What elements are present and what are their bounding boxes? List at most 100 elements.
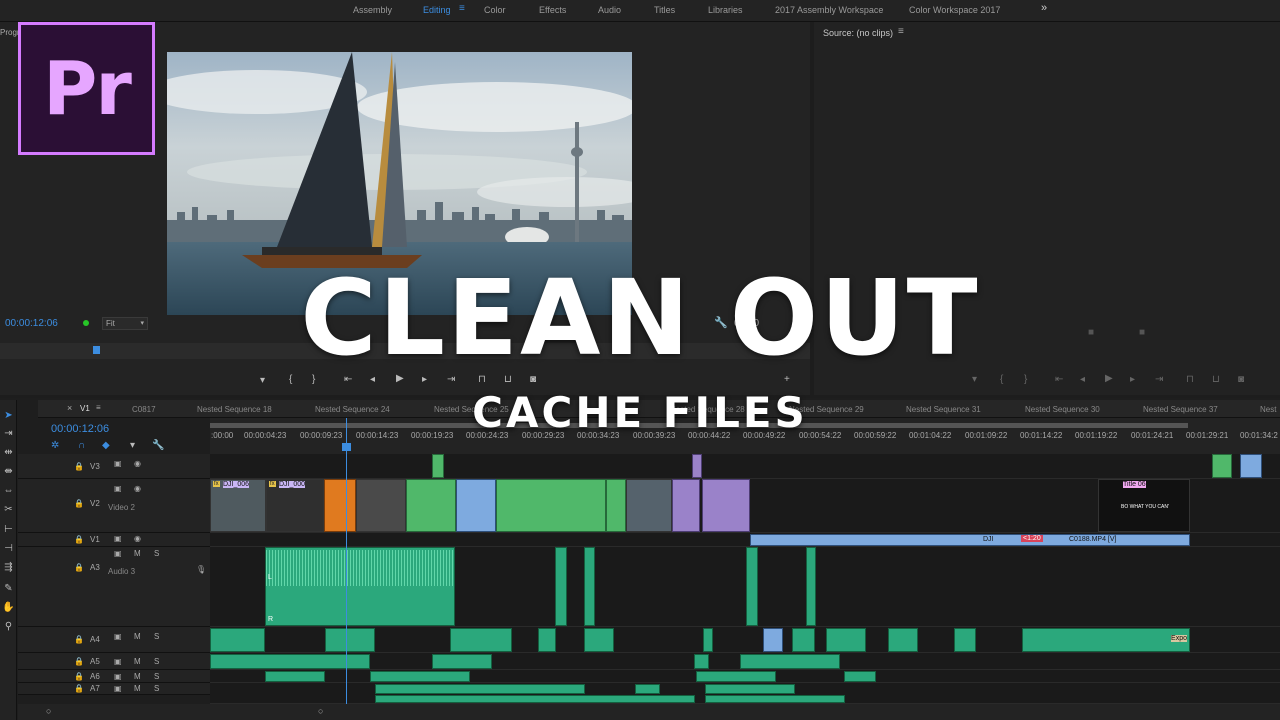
mute-button[interactable]: M: [134, 657, 141, 666]
audio-clip[interactable]: [538, 628, 556, 652]
video-clip[interactable]: [406, 479, 456, 532]
sync-icon[interactable]: ▣: [114, 672, 122, 681]
slide-tool-icon[interactable]: ⊣: [2, 543, 15, 554]
rate-stretch-tool-icon[interactable]: ⇔: [2, 485, 15, 496]
snap-icon[interactable]: ✲: [51, 440, 59, 451]
audio-clip[interactable]: [746, 547, 758, 626]
lock-icon[interactable]: 🔒: [74, 684, 84, 693]
track-header-a3[interactable]: 🔒 A3 ▣ M S Audio 3 🎙: [18, 547, 210, 627]
video-clip[interactable]: [626, 479, 672, 532]
mute-button[interactable]: M: [134, 632, 141, 641]
audio-clip[interactable]: [792, 628, 815, 652]
workspace-tab-color-2017[interactable]: Color Workspace 2017: [909, 5, 1000, 15]
audio-clip[interactable]: [370, 671, 470, 682]
workspace-tab-audio[interactable]: Audio: [598, 5, 621, 15]
hamburger-icon[interactable]: ≡: [459, 3, 465, 14]
audio-clip[interactable]: [888, 628, 918, 652]
audio-clip[interactable]: [844, 671, 876, 682]
track-header-a6[interactable]: 🔒 A6 ▣ M S: [18, 670, 210, 683]
workspace-tab-color[interactable]: Color: [484, 5, 506, 15]
audio-clip[interactable]: [375, 684, 585, 694]
video-clip[interactable]: [356, 479, 406, 532]
timeline-playhead-handle[interactable]: [342, 443, 351, 451]
wrench-icon[interactable]: 🔧: [152, 440, 164, 451]
eye-icon[interactable]: ◉: [134, 459, 141, 468]
audio-clip[interactable]: [635, 684, 660, 694]
lock-icon[interactable]: 🔒: [74, 535, 84, 544]
video-clip[interactable]: [1212, 454, 1232, 478]
video-clip[interactable]: [456, 479, 496, 532]
video-clip[interactable]: [692, 454, 702, 478]
video-clip[interactable]: [1240, 454, 1262, 478]
audio-clip[interactable]: [705, 695, 845, 703]
lock-icon[interactable]: 🔒: [74, 563, 84, 572]
track-header-v2[interactable]: 🔒 V2 ▣ ◉ Video 2: [18, 479, 210, 533]
mute-button[interactable]: M: [134, 549, 141, 558]
scroll-handle-right[interactable]: ○: [318, 706, 323, 716]
audio-clip[interactable]: [694, 654, 709, 669]
eye-icon[interactable]: ◉: [134, 534, 141, 543]
track-lane-v1[interactable]: DJI <1:20 C0188.MP4 [V]: [210, 533, 1280, 547]
track-lane-v2[interactable]: fx DJI_006 fx DJI_000 Title 06 BO WHAT YOU …: [210, 479, 1280, 533]
solo-button[interactable]: S: [154, 549, 159, 558]
sync-icon[interactable]: ▣: [114, 459, 122, 468]
track-lane-a4[interactable]: Expo: [210, 627, 1280, 653]
audio-clip[interactable]: [210, 628, 265, 652]
razor-tool-icon[interactable]: ✂: [2, 504, 15, 515]
mute-button[interactable]: M: [134, 672, 141, 681]
rolling-edit-tool-icon[interactable]: ⇼: [2, 466, 15, 477]
microphone-icon[interactable]: 🎙: [196, 565, 206, 574]
audio-clip[interactable]: [763, 628, 783, 652]
panel-menu-icon[interactable]: ≡: [898, 26, 904, 37]
lock-icon[interactable]: 🔒: [74, 657, 84, 666]
lock-icon[interactable]: 🔒: [74, 635, 84, 644]
sync-icon[interactable]: ▣: [114, 684, 122, 693]
workspace-tab-assembly[interactable]: Assembly: [353, 5, 392, 15]
video-clip[interactable]: [496, 479, 606, 532]
workspace-tab-editing[interactable]: Editing: [423, 5, 451, 15]
solo-button[interactable]: S: [154, 672, 159, 681]
eye-icon[interactable]: ◉: [134, 484, 141, 493]
sync-icon[interactable]: ▣: [114, 632, 122, 641]
audio-clip[interactable]: Expo: [1022, 628, 1190, 652]
track-header-v1[interactable]: 🔒 V1 ▣ ◉: [18, 533, 210, 547]
track-lane-v3[interactable]: [210, 454, 1280, 479]
track-header-v3[interactable]: 🔒 V3 ▣ ◉: [18, 454, 210, 479]
solo-button[interactable]: S: [154, 684, 159, 693]
audio-clip[interactable]: [584, 628, 614, 652]
track-lane-a6[interactable]: [210, 670, 1280, 683]
track-lane-a3[interactable]: L R: [210, 547, 1280, 627]
sync-icon[interactable]: ▣: [114, 534, 122, 543]
video-clip[interactable]: [702, 479, 750, 532]
slip-tool-icon[interactable]: ⊢: [2, 524, 15, 535]
double-chevron-right-icon[interactable]: »: [1041, 2, 1047, 14]
track-header-a5[interactable]: 🔒 A5 ▣ M S: [18, 653, 210, 670]
audio-clip[interactable]: [740, 654, 840, 669]
sync-icon[interactable]: ▣: [114, 484, 122, 493]
track-lane-a5[interactable]: [210, 653, 1280, 670]
audio-clip[interactable]: [265, 671, 325, 682]
audio-clip[interactable]: [806, 547, 816, 626]
mute-button[interactable]: M: [134, 684, 141, 693]
solo-button[interactable]: S: [154, 657, 159, 666]
audio-clip[interactable]: [703, 628, 713, 652]
video-clip[interactable]: [324, 479, 356, 532]
audio-clip[interactable]: [325, 628, 375, 652]
zoom-tool-icon[interactable]: ⚲: [2, 621, 15, 632]
title-clip[interactable]: Title 06 BO WHAT YOU CAN': [1098, 479, 1190, 532]
audio-clip[interactable]: [705, 684, 795, 694]
lock-icon[interactable]: 🔒: [74, 499, 84, 508]
track-lane-a7[interactable]: [210, 683, 1280, 704]
audio-clip[interactable]: [826, 628, 866, 652]
audio-clip[interactable]: L R: [265, 547, 455, 626]
audio-clip[interactable]: [375, 695, 695, 703]
audio-clip[interactable]: [584, 547, 595, 626]
sync-icon[interactable]: ▣: [114, 657, 122, 666]
sync-icon[interactable]: ▣: [114, 549, 122, 558]
track-forward-icon[interactable]: ⇶: [2, 562, 15, 573]
solo-button[interactable]: S: [154, 632, 159, 641]
audio-clip[interactable]: [954, 628, 976, 652]
marker-icon[interactable]: ▾: [130, 440, 135, 451]
workspace-tab-effects[interactable]: Effects: [539, 5, 566, 15]
audio-clip[interactable]: [696, 671, 776, 682]
